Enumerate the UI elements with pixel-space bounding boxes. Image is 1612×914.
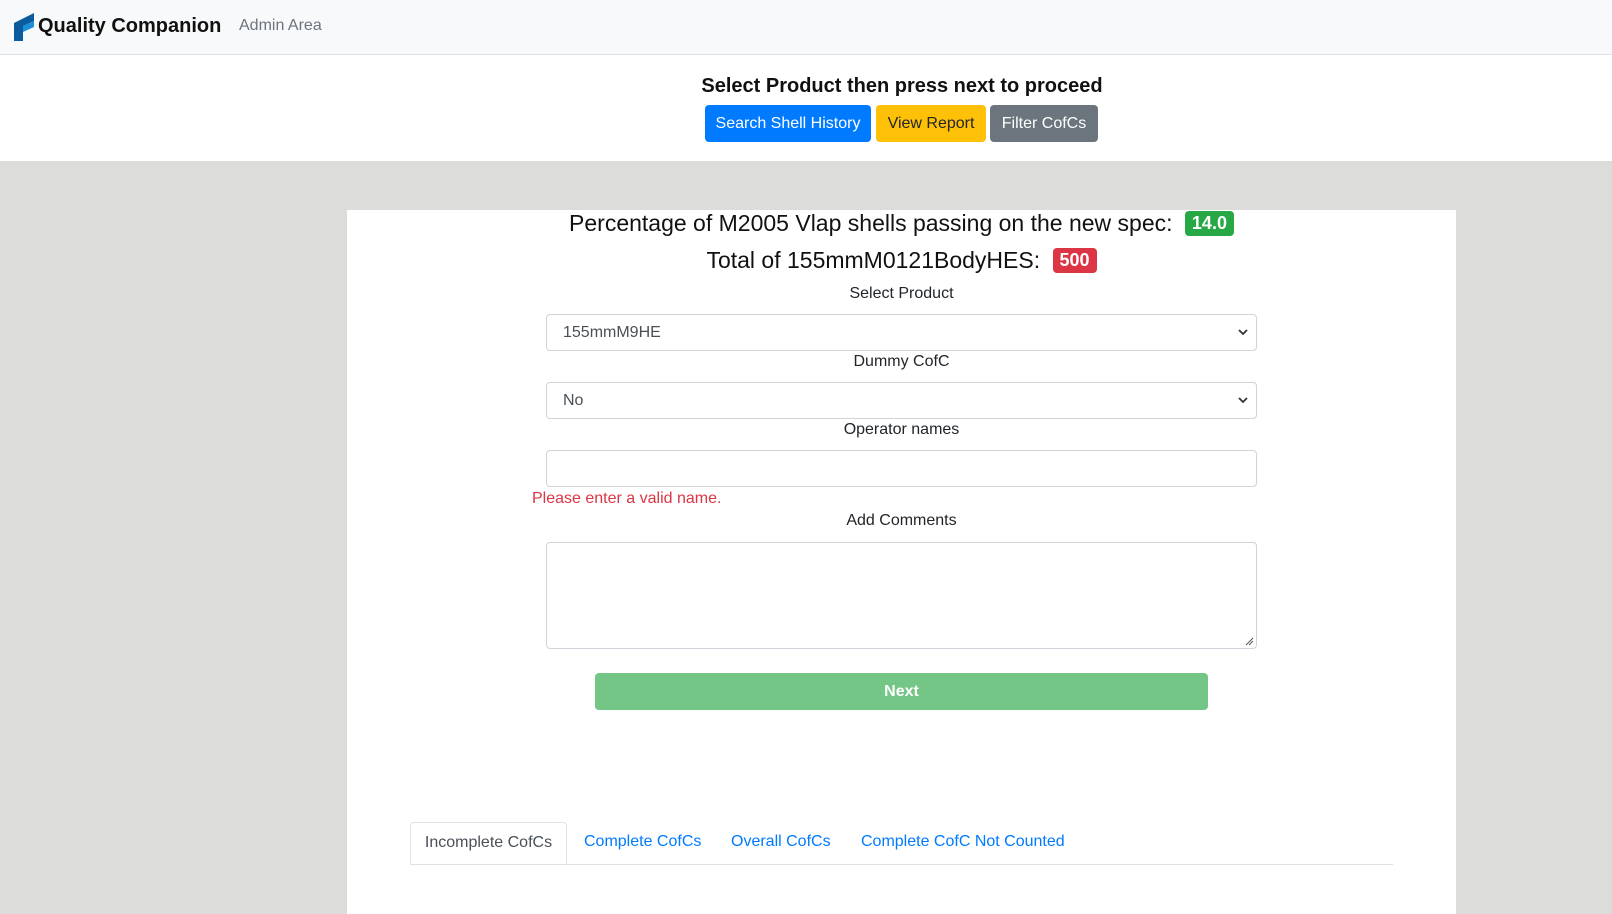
filter-cofcs-button[interactable]: Filter CofCs (990, 105, 1098, 142)
resize-grip-icon[interactable] (1244, 636, 1254, 646)
dummy-cofc-select-value: No (563, 392, 584, 409)
tab-complete-cofcs[interactable]: Complete CofCs (584, 822, 701, 864)
total-headline: Total of 155mmM0121BodyHES: 500 (347, 247, 1456, 274)
percentage-headline: Percentage of M2005 Vlap shells passing … (347, 210, 1456, 237)
operator-error-message: Please enter a valid name. (532, 490, 722, 507)
operator-names-input[interactable] (546, 450, 1257, 487)
total-label: Total of 155mmM0121BodyHES: (706, 247, 1041, 273)
navbar: Quality Companion Admin Area (0, 0, 1612, 55)
total-badge: 500 (1052, 248, 1097, 273)
chevron-down-icon (1238, 329, 1248, 336)
search-shell-history-button[interactable]: Search Shell History (705, 105, 871, 142)
view-report-button[interactable]: View Report (876, 105, 986, 142)
tab-complete-cofc-not-counted[interactable]: Complete CofC Not Counted (861, 822, 1065, 864)
tab-overall-cofcs[interactable]: Overall CofCs (731, 822, 831, 864)
instruction-text: Select Product then press next to procee… (701, 75, 1103, 97)
admin-area-link[interactable]: Admin Area (239, 17, 322, 35)
chevron-down-icon (1238, 397, 1248, 404)
quality-companion-logo-icon[interactable] (14, 13, 34, 41)
next-button[interactable]: Next (595, 673, 1208, 710)
product-select[interactable]: 155mmM9HE (546, 314, 1257, 351)
percentage-badge: 14.0 (1184, 211, 1234, 236)
add-comments-label: Add Comments (846, 512, 957, 529)
comments-textarea[interactable] (546, 542, 1257, 649)
operator-names-label: Operator names (843, 421, 960, 438)
dummy-cofc-select[interactable]: No (546, 382, 1257, 419)
top-panel: Select Product then press next to procee… (0, 55, 1612, 161)
tab-incomplete-cofcs[interactable]: Incomplete CofCs (410, 822, 567, 864)
main-card: Percentage of M2005 Vlap shells passing … (347, 210, 1456, 914)
cofc-tabs: Incomplete CofCs Complete CofCs Overall … (410, 822, 1393, 865)
product-select-value: 155mmM9HE (563, 324, 661, 341)
brand-title[interactable]: Quality Companion (38, 15, 221, 38)
dummy-cofc-label: Dummy CofC (853, 353, 950, 370)
select-product-label: Select Product (849, 285, 954, 302)
percentage-label: Percentage of M2005 Vlap shells passing … (569, 210, 1173, 236)
